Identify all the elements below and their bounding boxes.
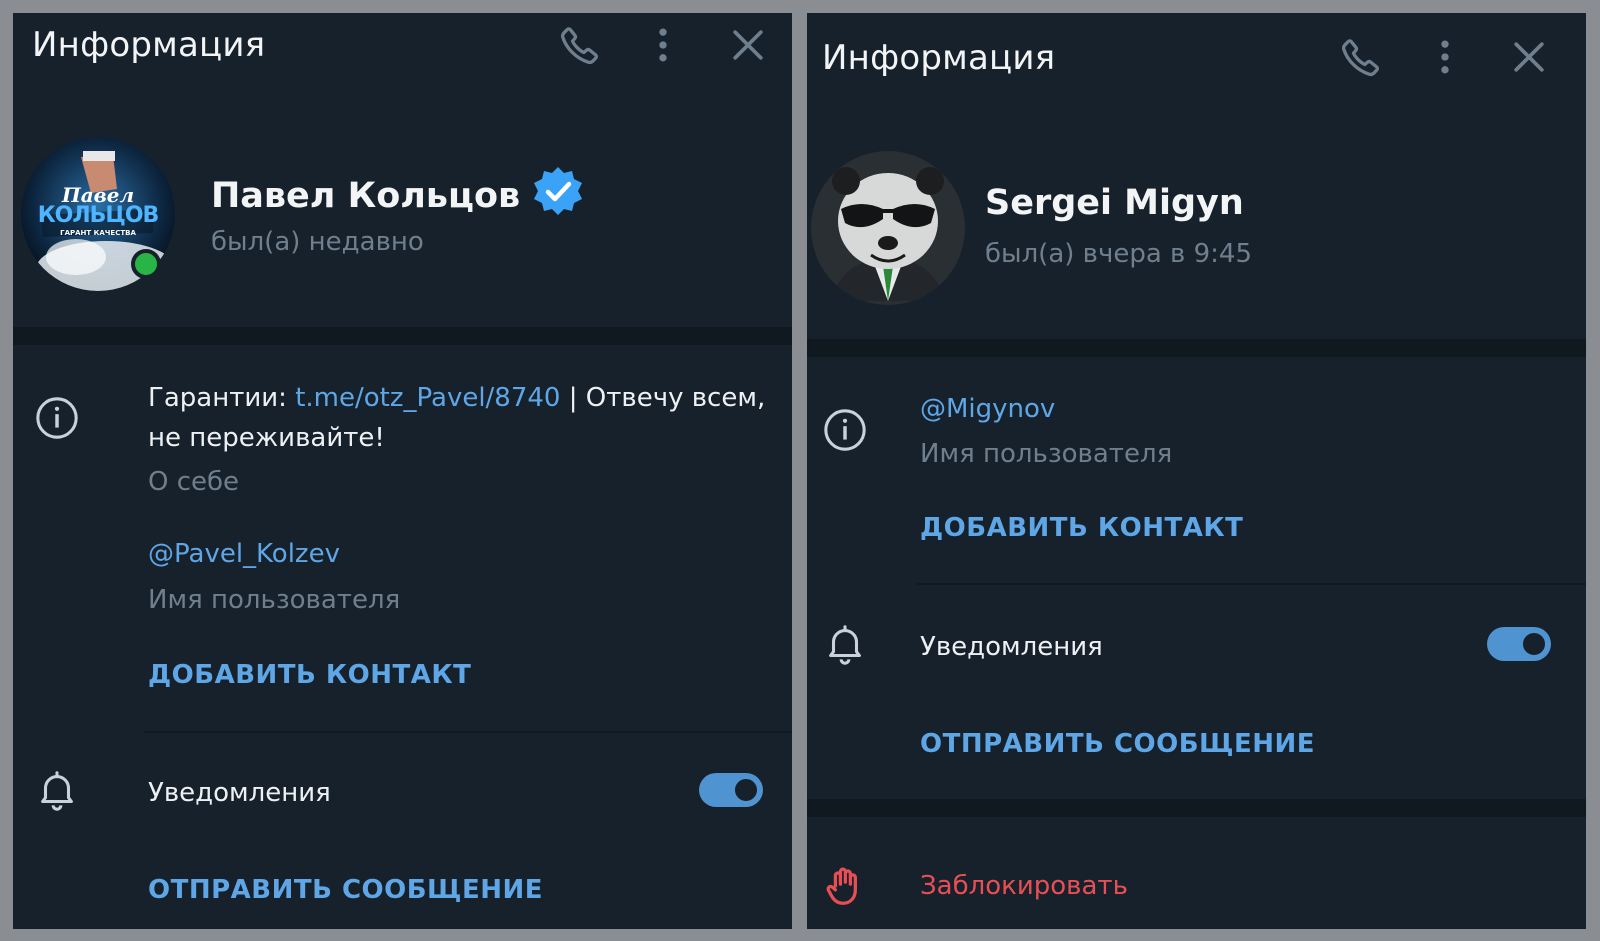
bio-text[interactable]: Гарантии: t.me/otz_Pavel/8740 | Отвечу в…: [148, 378, 768, 458]
add-contact-button[interactable]: ДОБАВИТЬ КОНТАКТ: [148, 660, 471, 690]
send-message-button[interactable]: ОТПРАВИТЬ СООБЩЕНИЕ: [920, 729, 1315, 759]
bio-prefix: Гарантии:: [148, 383, 296, 413]
close-icon[interactable]: [1507, 35, 1551, 79]
profile-name-row: Павел Кольцов: [211, 167, 586, 225]
section-divider: [13, 327, 792, 345]
add-contact-button[interactable]: ДОБАВИТЬ КОНТАКТ: [920, 513, 1243, 543]
panel-title: Информация: [822, 38, 1056, 78]
profile-name: Павел Кольцов: [211, 176, 521, 216]
profile-name: Sergei Migyn: [985, 183, 1244, 223]
username-label: Имя пользователя: [920, 439, 1173, 469]
avatar-text-surname: КОЛЬЦОВ: [37, 203, 160, 228]
panel-title: Информация: [32, 25, 266, 65]
bio-suffix: | Отвечу всем,: [560, 383, 766, 413]
close-icon[interactable]: [726, 23, 770, 67]
send-message-button[interactable]: ОТПРАВИТЬ СООБЩЕНИЕ: [148, 875, 543, 905]
block-button[interactable]: Заблокировать: [920, 871, 1128, 901]
section-divider: [807, 339, 1586, 357]
more-vertical-icon[interactable]: [1423, 35, 1467, 79]
more-vertical-icon[interactable]: [641, 23, 685, 67]
username-label: Имя пользователя: [148, 585, 401, 615]
phone-icon[interactable]: [1339, 35, 1383, 79]
notifications-label: Уведомления: [920, 632, 1103, 662]
bio-label: О себе: [148, 467, 240, 497]
row-separator: [144, 731, 792, 733]
avatar-text-tagline: ГАРАНТ КАЧЕСТВА: [60, 229, 136, 237]
username-value[interactable]: @Pavel_Kolzev: [148, 534, 340, 574]
profile-status: был(а) недавно: [211, 227, 424, 257]
phone-icon[interactable]: [558, 23, 602, 67]
bell-icon: [34, 767, 80, 813]
notifications-label: Уведомления: [148, 778, 331, 808]
username-value[interactable]: @Migynov: [920, 389, 1055, 429]
row-separator: [917, 583, 1586, 585]
block-hand-icon: [822, 863, 868, 909]
info-icon: [822, 407, 868, 453]
bell-icon: [822, 621, 868, 667]
verified-badge-icon: [530, 165, 586, 221]
info-icon: [34, 395, 80, 441]
avatar[interactable]: [811, 151, 965, 305]
notifications-toggle[interactable]: [1487, 627, 1551, 661]
bio-link[interactable]: t.me/otz_Pavel/8740: [295, 383, 560, 413]
bio-line2: не переживайте!: [148, 423, 385, 453]
online-indicator: [131, 249, 161, 279]
profile-panel-left: Информация Павел КОЛЬЦОВ ГАРАНТ КАЧЕСТВА…: [13, 13, 792, 929]
profile-panel-right: Информация Sergei Migyn был(а) вчера в 9…: [807, 13, 1586, 929]
section-divider: [807, 799, 1586, 817]
notifications-toggle[interactable]: [699, 773, 763, 807]
profile-status: был(а) вчера в 9:45: [985, 239, 1253, 269]
